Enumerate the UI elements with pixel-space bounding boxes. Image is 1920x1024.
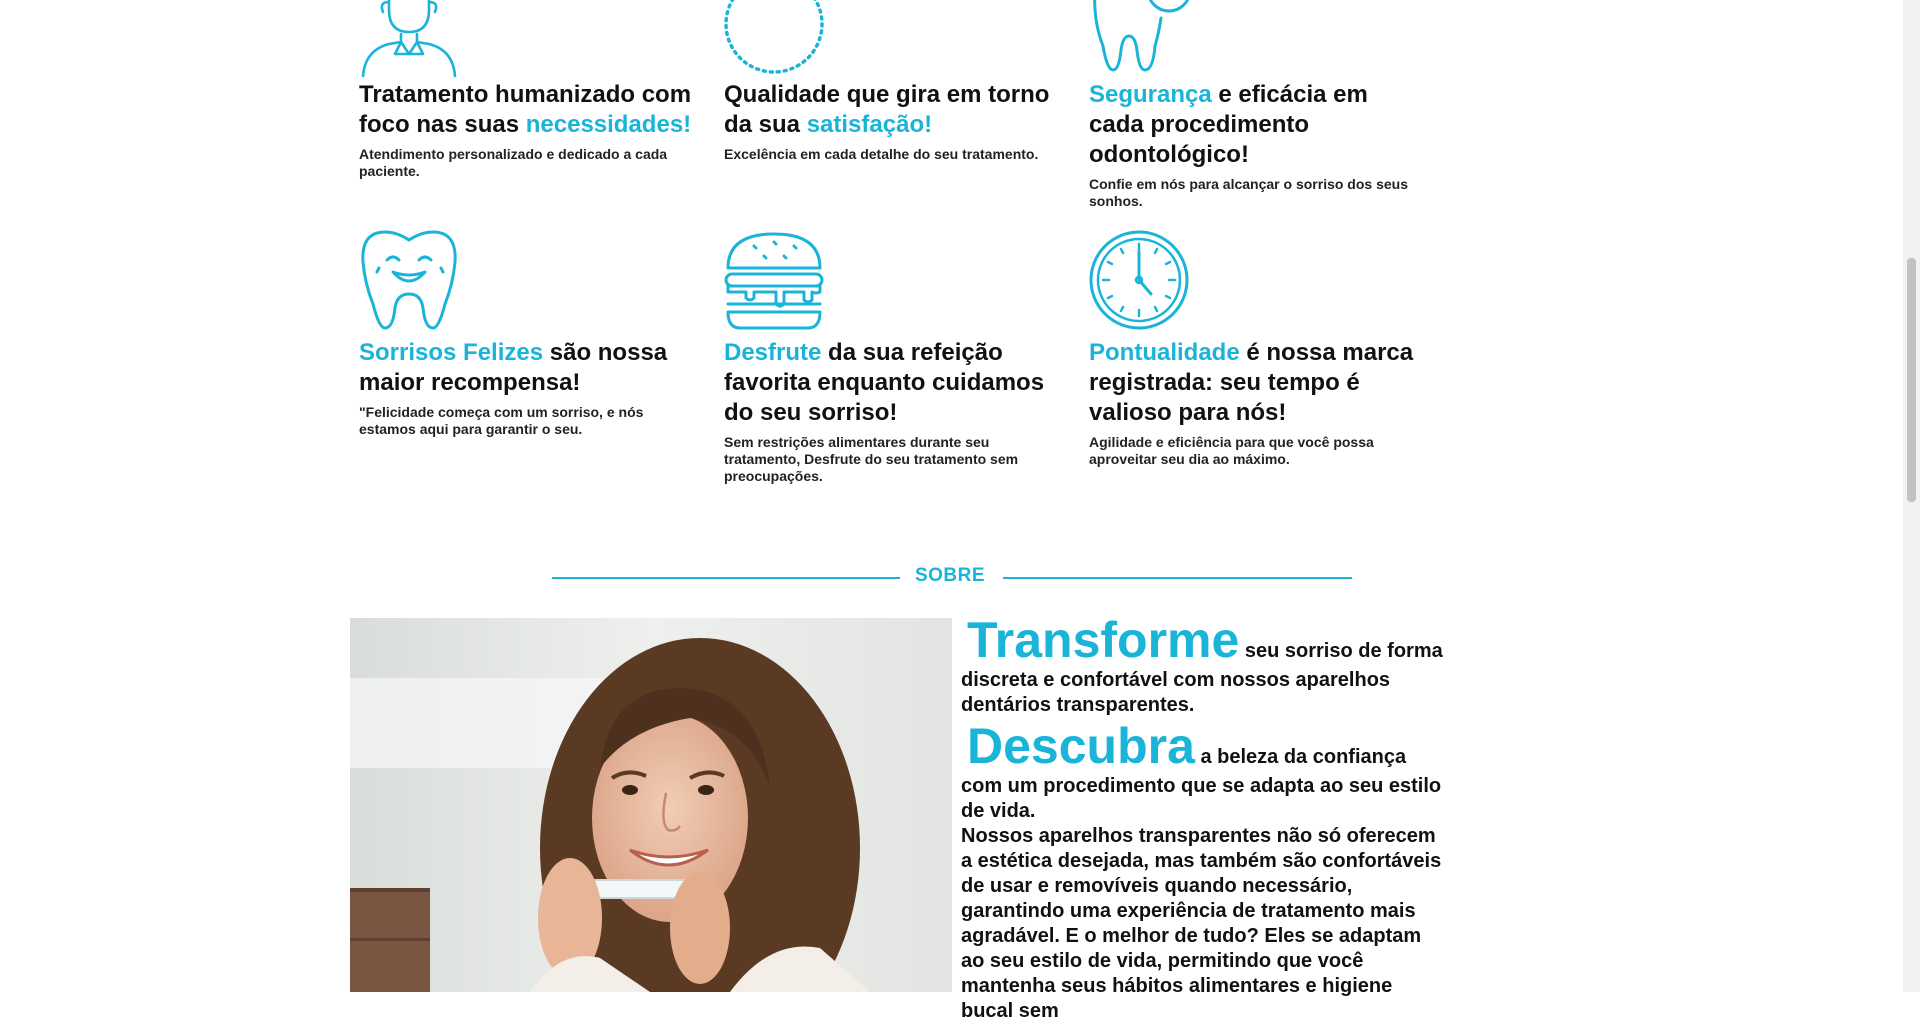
feature-title-highlight: Pontualidade: [1089, 339, 1240, 366]
clock-icon: [1089, 230, 1189, 330]
feature-description: Confie em nós para alcançar o sorriso do…: [1089, 176, 1408, 209]
feature-title-highlight: Sorrisos Felizes: [359, 339, 544, 366]
photo-illustration: [350, 618, 952, 992]
smiling-tooth-icon: [361, 230, 457, 330]
feature-card-quality: Qualidade que gira em torno da sua satis…: [724, 0, 1064, 163]
feature-title: Segurança e eficácia em cada procediment…: [1089, 81, 1368, 168]
feature-title-highlight: Desfrute: [724, 339, 822, 366]
feature-title-highlight: satisfação!: [806, 111, 933, 138]
dotted-circle-icon: [724, 0, 824, 74]
feature-card-punctuality: Pontualidade é nossa marca registrada: s…: [1089, 228, 1429, 468]
feature-title-highlight: Segurança: [1089, 81, 1212, 108]
feature-title-highlight: necessidades!: [525, 111, 692, 138]
tooth-check-icon: [1093, 0, 1190, 72]
dentist-person-icon: [361, 0, 457, 78]
feature-title: Tratamento humanizado com foco nas suas …: [359, 81, 692, 138]
about-paragraph-descubra: Descubra a beleza da confiança com um pr…: [961, 718, 1442, 822]
page-scrollbar[interactable]: [1903, 0, 1920, 992]
scrollbar-thumb[interactable]: [1907, 258, 1916, 502]
about-highlight-descubra: Descubra: [967, 718, 1195, 774]
divider-left: [552, 577, 900, 579]
feature-title: Sorrisos Felizes são nossa maior recompe…: [359, 339, 668, 396]
about-highlight-transforme: Transforme: [967, 612, 1240, 668]
feature-title: Qualidade que gira em torno da sua satis…: [724, 81, 1050, 138]
feature-description: Atendimento personalizado e dedicado a c…: [359, 146, 668, 179]
woman-holding-aligner-photo: [350, 618, 952, 992]
about-paragraph-transforme: Transforme seu sorriso de forma discreta…: [961, 612, 1443, 716]
about-text-block: Transforme seu sorriso de forma discreta…: [961, 612, 1446, 1024]
feature-card-humanized: Tratamento humanizado com foco nas suas …: [359, 0, 699, 180]
feature-card-enjoy-meal: Desfrute da sua refeição favorita enquan…: [724, 228, 1064, 485]
feature-description: Excelência em cada detalhe do seu tratam…: [724, 146, 1039, 162]
burger-icon: [724, 232, 824, 330]
about-paragraph-details: Nossos aparelhos transparentes não só of…: [961, 825, 1442, 1022]
section-heading-sobre: SOBRE: [914, 565, 986, 586]
feature-description: Agilidade e eficiência para que você pos…: [1089, 434, 1374, 467]
feature-description: Sem restrições alimentares durante seu t…: [724, 434, 1019, 484]
feature-description: "Felicidade começa com um sorriso, e nós…: [359, 404, 644, 437]
feature-title: Pontualidade é nossa marca registrada: s…: [1089, 339, 1414, 426]
divider-right: [1003, 577, 1352, 579]
feature-title: Desfrute da sua refeição favorita enquan…: [724, 339, 1045, 426]
feature-card-happy-smiles: Sorrisos Felizes são nossa maior recompe…: [359, 228, 699, 438]
feature-card-security: Segurança e eficácia em cada procediment…: [1089, 0, 1429, 210]
